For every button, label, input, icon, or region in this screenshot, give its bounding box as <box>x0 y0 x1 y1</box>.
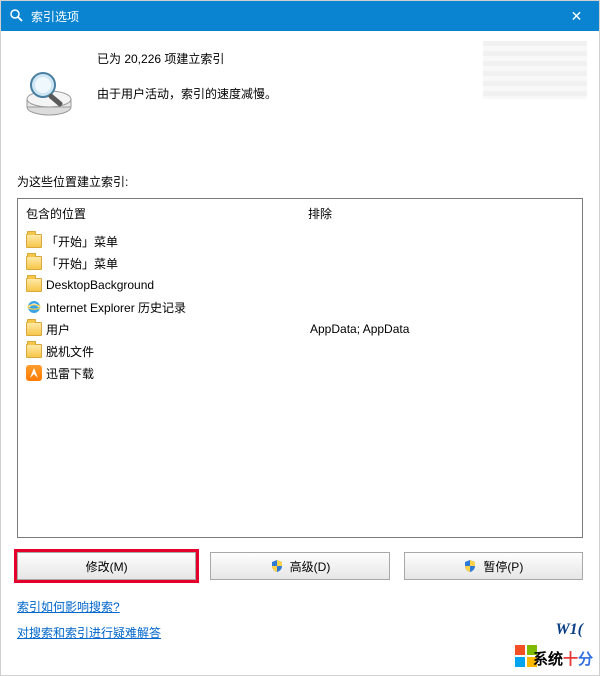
list-item[interactable]: 脱机文件 <box>26 340 292 362</box>
list-item[interactable]: 「开始」菜单 <box>26 230 292 252</box>
exclude-value <box>308 362 574 384</box>
watermark-brand: 系统 十 分 <box>533 648 593 669</box>
exclude-value <box>308 274 574 296</box>
list-item[interactable]: 迅雷下载 <box>26 362 292 384</box>
shield-icon <box>270 559 284 573</box>
status-text: 已为 20,226 项建立索引 由于用户活动，索引的速度减慢。 <box>97 49 277 103</box>
shield-icon <box>463 559 477 573</box>
close-icon: ✕ <box>571 8 583 25</box>
location-name: 「开始」菜单 <box>46 233 118 250</box>
window-title: 索引选项 <box>31 8 554 25</box>
troubleshoot-link[interactable]: 对搜索和索引进行疑难解答 <box>17 620 161 646</box>
magnifier-drive-icon <box>21 63 77 119</box>
button-row: 修改(M) 高级(D) 暂停(P) <box>17 552 583 580</box>
excluded-header: 排除 <box>308 205 574 222</box>
indexing-icon <box>9 8 25 24</box>
pause-label: 暂停(P) <box>483 558 523 575</box>
how-search-link[interactable]: 索引如何影响搜索? <box>17 594 120 620</box>
list-item[interactable]: Internet Explorer 历史记录 <box>26 296 292 318</box>
locations-label: 为这些位置建立索引: <box>17 173 583 190</box>
included-column: 包含的位置 「开始」菜单 「开始」菜单 DesktopBackground <box>18 199 300 537</box>
location-name: 用户 <box>46 321 70 338</box>
titlebar: 索引选项 ✕ <box>1 1 599 31</box>
modify-button[interactable]: 修改(M) <box>17 552 196 580</box>
list-item[interactable]: 用户 <box>26 318 292 340</box>
location-name: Internet Explorer 历史记录 <box>46 299 186 316</box>
folder-icon <box>26 344 42 358</box>
included-header: 包含的位置 <box>26 205 292 222</box>
brand-part2: 十 <box>563 648 578 669</box>
brand-part1: 系统 <box>533 648 563 669</box>
folder-icon <box>26 322 42 336</box>
brand-part3: 分 <box>578 648 593 669</box>
xunlei-icon <box>26 365 42 381</box>
indexed-count-text: 已为 20,226 项建立索引 <box>97 51 277 68</box>
exclude-value: AppData; AppData <box>308 318 574 340</box>
excluded-column: 排除 AppData; AppData <box>300 199 582 537</box>
help-links: 索引如何影响搜索? 对搜索和索引进行疑难解答 <box>17 594 583 647</box>
redaction-patch <box>483 41 587 99</box>
ie-icon <box>26 299 42 315</box>
location-name: DesktopBackground <box>46 278 154 292</box>
status-area: 已为 20,226 项建立索引 由于用户活动，索引的速度减慢。 <box>17 31 583 119</box>
advanced-label: 高级(D) <box>290 558 331 575</box>
modify-label: 修改(M) <box>86 558 128 575</box>
folder-icon <box>26 234 42 248</box>
locations-listbox[interactable]: 包含的位置 「开始」菜单 「开始」菜单 DesktopBackground <box>17 198 583 538</box>
location-name: 迅雷下载 <box>46 365 94 382</box>
exclude-value <box>308 296 574 318</box>
exclude-value <box>308 230 574 252</box>
watermark-code: W1( <box>555 621 583 639</box>
dialog-content: 已为 20,226 项建立索引 由于用户活动，索引的速度减慢。 为这些位置建立索… <box>1 31 599 647</box>
exclude-value <box>308 252 574 274</box>
list-item[interactable]: DesktopBackground <box>26 274 292 296</box>
close-button[interactable]: ✕ <box>554 1 599 31</box>
location-name: 脱机文件 <box>46 343 94 360</box>
exclude-value <box>308 340 574 362</box>
location-name: 「开始」菜单 <box>46 255 118 272</box>
pause-button[interactable]: 暂停(P) <box>404 552 583 580</box>
folder-icon <box>26 278 42 292</box>
folder-icon <box>26 256 42 270</box>
indexing-speed-text: 由于用户活动，索引的速度减慢。 <box>97 86 277 103</box>
advanced-button[interactable]: 高级(D) <box>210 552 389 580</box>
list-item[interactable]: 「开始」菜单 <box>26 252 292 274</box>
